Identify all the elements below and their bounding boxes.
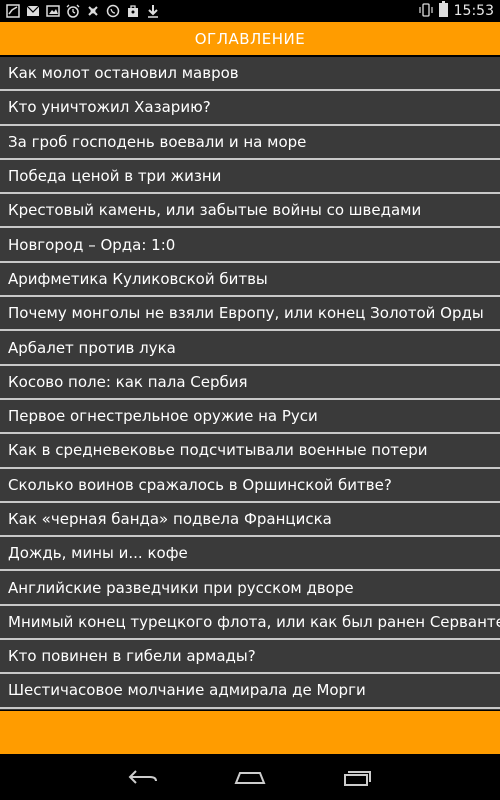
sync-icon <box>86 4 100 18</box>
bag-icon <box>126 4 140 18</box>
chapter-list-item[interactable]: Кто уничтожил Хазарию? <box>0 91 500 126</box>
chapter-title: Кто повинен в гибели армады? <box>8 647 256 666</box>
chapter-title: Победа ценой в три жизни <box>8 167 222 186</box>
chapter-title: Дождь, мины и... кофе <box>8 544 188 563</box>
alarm-icon <box>66 4 80 18</box>
vibrate-icon <box>419 2 433 21</box>
gallery-icon <box>46 4 60 18</box>
chapter-list-item[interactable]: Косово поле: как пала Сербия <box>0 366 500 400</box>
chapter-list-item[interactable]: Крестовый камень, или забытые войны со ш… <box>0 194 500 229</box>
chapter-title: Первое огнестрельное оружие на Руси <box>8 407 318 426</box>
chapter-list-item[interactable]: Английские разведчики при русском дворе <box>0 571 500 606</box>
chapter-title: Почему монголы не взяли Европу, или коне… <box>8 304 484 323</box>
home-button[interactable] <box>197 754 304 800</box>
chapter-title: Как молот остановил мавров <box>8 64 239 83</box>
app-footer <box>0 711 500 754</box>
chapter-list-item[interactable]: Арифметика Куликовской битвы <box>0 263 500 298</box>
chapter-list-item[interactable]: Дождь, мины и... кофе <box>0 537 500 572</box>
chapter-list: Как молот остановил мавров Кто уничтожил … <box>0 57 500 710</box>
back-button[interactable] <box>90 754 197 800</box>
page-title: ОГЛАВЛЕНИЕ <box>194 29 306 48</box>
chapter-title: Шестичасовое молчание адмирала де Морги <box>8 681 366 700</box>
viber-icon <box>106 4 120 18</box>
chapter-title: Новгород – Орда: 1:0 <box>8 235 176 254</box>
chapter-list-item[interactable]: Как «черная банда» подвела Франциска <box>0 503 500 538</box>
chapter-list-item[interactable]: Арбалет против лука <box>0 331 500 366</box>
chapter-title: За гроб господень воевали и на море <box>8 132 307 151</box>
back-icon <box>128 770 157 784</box>
chapter-list-item[interactable]: Победа ценой в три жизни <box>0 160 500 195</box>
download-icon <box>146 4 160 18</box>
chapter-list-item[interactable]: Мнимый конец турецкого флота, или как бы… <box>0 606 500 641</box>
chapter-title: Как «черная банда» подвела Франциска <box>8 510 332 528</box>
chapter-list-item[interactable]: Сколько воинов сражалось в Оршинской бит… <box>0 469 500 503</box>
navigation-bar <box>0 754 500 800</box>
chapter-title: Арифметика Куликовской битвы <box>8 269 268 288</box>
chapter-title: Как в средневековье подсчитывали военные… <box>8 441 428 460</box>
recent-apps-icon <box>344 771 371 786</box>
status-bar: 15:53 <box>0 0 500 22</box>
chapter-list-item[interactable]: Кто повинен в гибели армады? <box>0 640 500 675</box>
chapter-list-item[interactable]: Как в средневековье подсчитывали военные… <box>0 434 500 469</box>
chapter-title: Арбалет против лука <box>8 338 176 357</box>
recent-apps-button[interactable] <box>304 754 411 800</box>
mail-icon <box>26 4 40 18</box>
chapter-list-item[interactable]: Почему монголы не взяли Европу, или коне… <box>0 297 500 332</box>
chapter-list-item[interactable]: Как молот остановил мавров <box>0 57 500 92</box>
chapter-title: Кто уничтожил Хазарию? <box>8 98 211 117</box>
system-status: 15:53 <box>419 0 500 22</box>
chapter-list-item[interactable]: За гроб господень воевали и на море <box>0 126 500 160</box>
chapter-title: Мнимый конец турецкого флота, или как бы… <box>8 612 500 631</box>
chapter-title: Английские разведчики при русском дворе <box>8 578 354 597</box>
status-time: 15:53 <box>453 3 494 19</box>
battery-icon <box>438 1 448 21</box>
chapter-list-item[interactable]: Новгород – Орда: 1:0 <box>0 228 500 263</box>
notification-icons <box>0 0 160 22</box>
chapter-list-item[interactable]: Первое огнестрельное оружие на Руси <box>0 400 500 435</box>
chapter-title: Косово поле: как пала Сербия <box>8 372 248 391</box>
home-icon <box>234 772 266 784</box>
app-header: ОГЛАВЛЕНИЕ <box>0 22 500 55</box>
chapter-list-item[interactable]: Шестичасовое молчание адмирала де Морги <box>0 674 500 709</box>
chapter-title: Сколько воинов сражалось в Оршинской бит… <box>8 475 392 494</box>
notification-icon <box>6 4 20 18</box>
chapter-title: Крестовый камень, или забытые войны со ш… <box>8 201 422 220</box>
